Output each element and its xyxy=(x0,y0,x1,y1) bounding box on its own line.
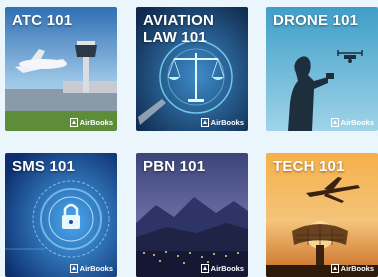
brand-name: AirBooks xyxy=(340,118,374,127)
course-title: TECH 101 xyxy=(273,158,345,175)
airbooks-icon xyxy=(330,264,339,273)
course-title: AVIATION LAW 101 xyxy=(143,12,215,46)
airbooks-icon xyxy=(200,118,209,127)
course-title: SMS 101 xyxy=(12,158,76,175)
airbooks-icon xyxy=(69,264,78,273)
brand-name: AirBooks xyxy=(210,118,244,127)
brand-name: AirBooks xyxy=(340,264,374,273)
course-title: ATC 101 xyxy=(12,12,73,29)
airbooks-icon xyxy=(69,118,78,127)
airbooks-logo: AirBooks xyxy=(69,118,113,127)
brand-name: AirBooks xyxy=(79,118,113,127)
course-card-drone-101[interactable]: DRONE 101 AirBooks xyxy=(266,7,378,131)
course-card-sms-101[interactable]: SMS 101 AirBooks xyxy=(5,153,117,277)
airbooks-icon xyxy=(200,264,209,273)
course-card-tech-101[interactable]: TECH 101 AirBooks xyxy=(266,153,378,277)
brand-name: AirBooks xyxy=(210,264,244,273)
airbooks-logo: AirBooks xyxy=(330,264,374,273)
course-card-atc-101[interactable]: ATC 101 AirBooks xyxy=(5,7,117,131)
airbooks-icon xyxy=(330,118,339,127)
airbooks-logo: AirBooks xyxy=(200,264,244,273)
course-title: DRONE 101 xyxy=(273,12,359,29)
course-card-aviation-law-101[interactable]: AVIATION LAW 101 AirBooks xyxy=(136,7,248,131)
airbooks-logo: AirBooks xyxy=(200,118,244,127)
airbooks-logo: AirBooks xyxy=(330,118,374,127)
course-title: PBN 101 xyxy=(143,158,206,175)
airbooks-logo: AirBooks xyxy=(69,264,113,273)
course-card-pbn-101[interactable]: PBN 101 AirBooks xyxy=(136,153,248,277)
brand-name: AirBooks xyxy=(79,264,113,273)
